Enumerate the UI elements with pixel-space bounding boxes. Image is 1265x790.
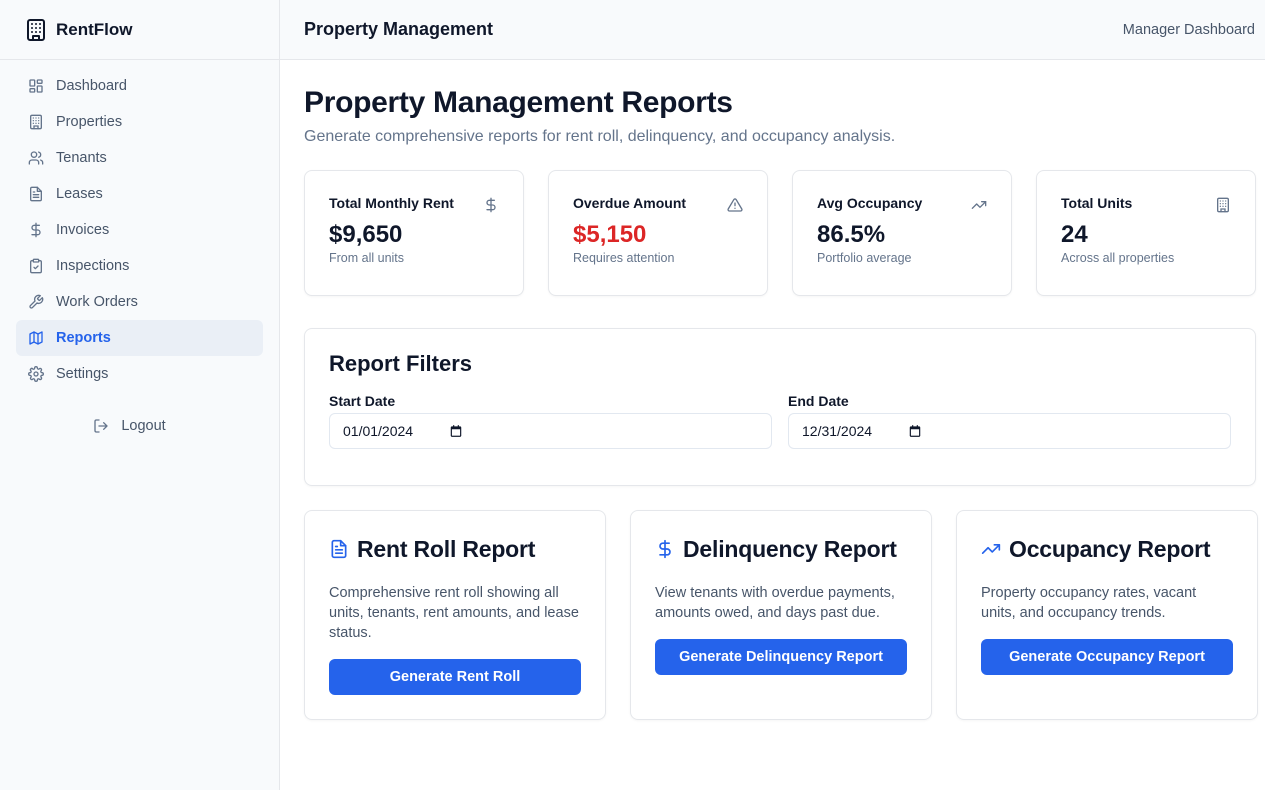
page-subtitle: Generate comprehensive reports for rent … xyxy=(304,128,896,145)
trending-up-icon xyxy=(981,544,1001,554)
sidebar-nav: Dashboard Properties Tenants Leases Invo… xyxy=(0,60,279,444)
sidebar: RentFlow Dashboard Properties Tenants Le… xyxy=(0,0,280,790)
stat-label: Avg Occupancy xyxy=(817,195,923,211)
start-date-input[interactable]: 01/01/2024 xyxy=(329,413,772,449)
end-date-field: End Date 12/31/2024 xyxy=(788,393,1231,449)
sidebar-item-label: Reports xyxy=(56,330,111,346)
report-description: Property occupancy rates, vacant units, … xyxy=(981,585,1197,621)
building-icon xyxy=(27,18,45,41)
stat-card-total-units: Total Units 24 Across all properties xyxy=(1036,170,1256,296)
stat-label: Total Monthly Rent xyxy=(329,195,454,211)
filter-row: Start Date 01/01/2024 End Date 12/31/202… xyxy=(329,393,1231,449)
stat-card-total-monthly-rent: Total Monthly Rent $9,650 From all units xyxy=(304,170,524,296)
stat-note: Across all properties xyxy=(1061,251,1175,265)
start-date-value: 01/01/2024 xyxy=(343,423,414,439)
sidebar-item-label: Dashboard xyxy=(56,78,127,94)
top-bar: Property Management Manager Dashboard xyxy=(280,0,1265,60)
filters-title: Report Filters xyxy=(329,351,473,376)
page-title: Property Management Reports xyxy=(304,86,733,119)
sidebar-item-label: Properties xyxy=(56,114,123,130)
users-icon xyxy=(28,151,44,165)
stat-value: 86.5% xyxy=(817,221,886,248)
stat-note: From all units xyxy=(329,251,405,265)
end-date-input[interactable]: 12/31/2024 xyxy=(788,413,1231,449)
report-header: Delinquency Report xyxy=(655,535,907,563)
clipboard-check-icon xyxy=(30,258,42,274)
sidebar-item-tenants[interactable]: Tenants xyxy=(16,140,263,176)
start-date-label: Start Date xyxy=(329,393,396,409)
topbar-title: Property Management xyxy=(304,19,494,39)
logout-label: Logout xyxy=(121,418,166,434)
report-card-occupancy: Occupancy Report Property occupancy rate… xyxy=(956,510,1258,720)
report-card-rent-roll: Rent Roll Report Comprehensive rent roll… xyxy=(304,510,606,720)
end-date-label: End Date xyxy=(788,393,849,409)
stat-card-overdue-amount: Overdue Amount $5,150 Requires attention xyxy=(548,170,768,296)
generate-occupancy-report-button[interactable]: Generate Occupancy Report xyxy=(981,639,1233,675)
topbar-role-label: Manager Dashboard xyxy=(1122,21,1255,38)
dollar-icon xyxy=(31,222,41,238)
sidebar-item-label: Work Orders xyxy=(56,294,138,310)
building-icon xyxy=(1217,197,1229,213)
reports-row: Rent Roll Report Comprehensive rent roll… xyxy=(304,510,1258,720)
dollar-icon xyxy=(659,539,671,559)
generate-delinquency-report-button[interactable]: Generate Delinquency Report xyxy=(655,639,907,675)
calendar-icon[interactable] xyxy=(449,424,463,438)
report-title: Delinquency Report xyxy=(683,535,897,562)
stat-value: $5,150 xyxy=(573,221,647,248)
building-icon xyxy=(30,114,42,130)
sidebar-item-label: Settings xyxy=(56,366,109,382)
stat-note: Portfolio average xyxy=(817,251,912,265)
stats-row: Total Monthly Rent $9,650 From all units… xyxy=(304,170,1256,296)
logout-button[interactable]: Logout xyxy=(16,408,263,444)
stat-value: 24 xyxy=(1061,221,1088,248)
calendar-icon[interactable] xyxy=(908,424,922,438)
stat-label: Total Units xyxy=(1061,195,1133,211)
sidebar-item-dashboard[interactable]: Dashboard xyxy=(16,68,263,104)
report-filters-card: Report Filters Start Date 01/01/2024 End… xyxy=(304,328,1256,486)
start-date-field: Start Date 01/01/2024 xyxy=(329,393,772,449)
wrench-icon xyxy=(29,294,44,309)
stat-card-avg-occupancy: Avg Occupancy 86.5% Portfolio average xyxy=(792,170,1012,296)
sidebar-item-work-orders[interactable]: Work Orders xyxy=(16,284,263,320)
sidebar-item-properties[interactable]: Properties xyxy=(16,104,263,140)
logout-icon xyxy=(94,419,108,433)
main-content: Property Management Reports Generate com… xyxy=(304,60,1258,720)
report-header: Occupancy Report xyxy=(981,535,1233,563)
sidebar-item-settings[interactable]: Settings xyxy=(16,356,263,392)
sidebar-item-label: Leases xyxy=(56,186,103,202)
brand-name: RentFlow xyxy=(56,19,133,39)
trending-up-icon xyxy=(971,201,987,209)
report-description: View tenants with overdue payments, amou… xyxy=(655,585,895,621)
end-date-value: 12/31/2024 xyxy=(802,423,873,439)
stat-value: $9,650 xyxy=(329,221,403,248)
document-icon xyxy=(331,539,347,559)
report-header: Rent Roll Report xyxy=(329,535,581,563)
sidebar-item-label: Tenants xyxy=(56,150,107,166)
sidebar-item-label: Inspections xyxy=(56,258,130,274)
stat-label: Overdue Amount xyxy=(573,195,687,211)
sidebar-item-reports[interactable]: Reports xyxy=(16,320,263,356)
generate-rent-roll-button[interactable]: Generate Rent Roll xyxy=(329,659,581,695)
dollar-icon xyxy=(486,197,496,213)
brand[interactable]: RentFlow xyxy=(0,0,279,60)
sidebar-item-inspections[interactable]: Inspections xyxy=(16,248,263,284)
document-icon xyxy=(30,186,42,202)
sidebar-item-invoices[interactable]: Invoices xyxy=(16,212,263,248)
dashboard-icon xyxy=(29,79,43,93)
report-title: Occupancy Report xyxy=(1009,535,1211,562)
gear-icon xyxy=(28,366,44,382)
report-description: Comprehensive rent roll showing all unit… xyxy=(329,585,579,641)
report-title: Rent Roll Report xyxy=(357,535,536,562)
warning-icon xyxy=(727,198,743,212)
stat-note: Requires attention xyxy=(573,251,675,265)
map-icon xyxy=(29,331,43,345)
report-card-delinquency: Delinquency Report View tenants with ove… xyxy=(630,510,932,720)
sidebar-item-label: Invoices xyxy=(56,222,110,238)
sidebar-item-leases[interactable]: Leases xyxy=(16,176,263,212)
